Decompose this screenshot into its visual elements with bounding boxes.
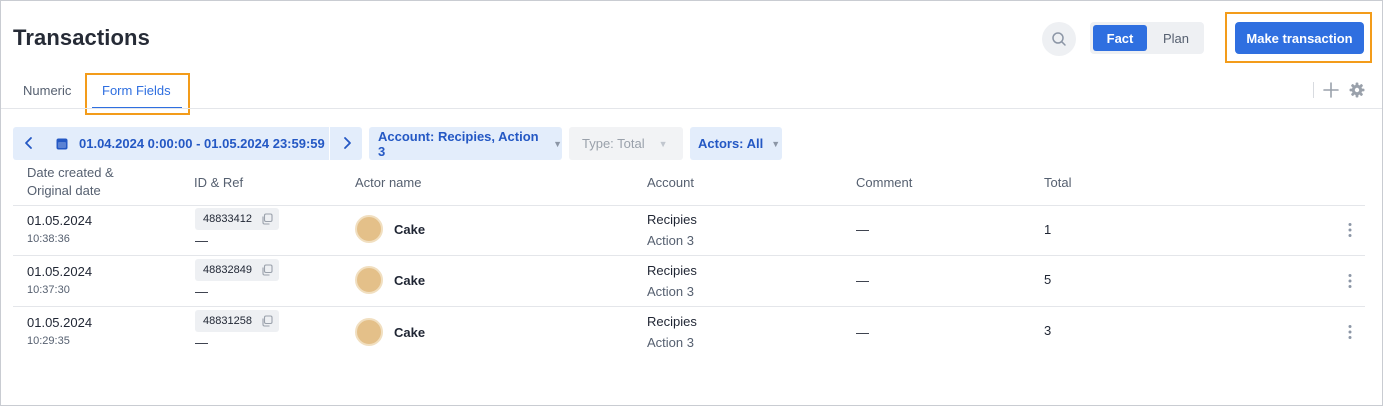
transaction-ref: — <box>195 335 208 350</box>
account-name: Recipies <box>647 314 697 329</box>
transaction-id-chip: 48832849 <box>195 259 279 281</box>
search-icon <box>1052 32 1066 46</box>
search-button[interactable] <box>1042 22 1076 56</box>
account-filter[interactable]: Account: Recipies, Action 3 ▼ <box>369 127 562 160</box>
actor-name[interactable]: Cake <box>394 325 425 340</box>
transaction-id-chip: 48833412 <box>195 208 279 230</box>
chevron-right-icon[interactable] <box>339 135 355 151</box>
tabs-divider <box>1 108 1382 109</box>
transaction-ref: — <box>195 233 208 248</box>
make-transaction-highlight: Make transaction <box>1225 12 1372 63</box>
make-transaction-button[interactable]: Make transaction <box>1235 22 1364 54</box>
header-divider <box>13 205 1365 206</box>
plus-icon[interactable] <box>1322 81 1340 99</box>
transaction-id: 48831258 <box>203 315 252 327</box>
calendar-icon <box>56 138 68 150</box>
fact-plan-toggle: Fact Plan <box>1090 22 1204 54</box>
actor-name[interactable]: Cake <box>394 222 425 237</box>
toolbar-divider <box>1313 82 1314 98</box>
date-range-filter: 01.04.2024 0:00:00 - 01.05.2024 23:59:59 <box>13 127 362 160</box>
transaction-id: 48833412 <box>203 213 252 225</box>
transaction-id: 48832849 <box>203 264 252 276</box>
chevron-left-icon[interactable] <box>21 135 37 151</box>
tab-form-fields[interactable]: Form Fields <box>102 83 171 98</box>
row-time: 10:38:36 <box>27 233 70 245</box>
toggle-plan[interactable]: Plan <box>1150 25 1202 51</box>
account-name: Recipies <box>647 263 697 278</box>
avatar <box>355 215 383 243</box>
toggle-fact[interactable]: Fact <box>1093 25 1147 51</box>
total: 1 <box>1044 222 1052 237</box>
avatar <box>355 266 383 294</box>
actors-filter[interactable]: Actors: All ▼ <box>690 127 782 160</box>
account-name: Recipies <box>647 212 697 227</box>
gear-icon[interactable] <box>1348 81 1366 99</box>
more-vertical-icon[interactable] <box>1347 324 1353 340</box>
date-filter-separator <box>329 127 330 160</box>
avatar <box>355 318 383 346</box>
transaction-id-chip: 48831258 <box>195 310 279 332</box>
column-header-date-line1: Date created & <box>27 165 114 180</box>
caret-down-icon: ▼ <box>553 138 562 149</box>
column-header-date-line2: Original date <box>27 183 101 198</box>
account-action: Action 3 <box>647 284 694 299</box>
row-date: 01.05.2024 <box>27 213 93 228</box>
type-filter-label: Type: Total <box>582 136 645 151</box>
column-header-date: Date created & Original date <box>27 164 114 200</box>
page-title: Transactions <box>13 25 150 50</box>
column-header-actor: Actor name <box>355 175 422 190</box>
total: 5 <box>1044 272 1052 287</box>
transaction-ref: — <box>195 284 208 299</box>
account-action: Action 3 <box>647 233 694 248</box>
account-filter-label: Account: Recipies, Action 3 <box>378 128 539 159</box>
column-header-total: Total <box>1044 175 1072 190</box>
row-divider <box>13 255 1365 256</box>
actor-name[interactable]: Cake <box>394 273 425 288</box>
column-header-id-ref: ID & Ref <box>194 175 244 190</box>
row-date: 01.05.2024 <box>27 315 93 330</box>
total: 3 <box>1044 323 1052 338</box>
comment: — <box>856 222 869 237</box>
actors-filter-label: Actors: All <box>698 136 764 151</box>
comment: — <box>856 325 869 340</box>
row-time: 10:29:35 <box>27 335 70 347</box>
row-divider <box>13 306 1365 307</box>
copy-icon[interactable] <box>261 264 273 276</box>
comment: — <box>856 273 869 288</box>
column-header-comment: Comment <box>856 175 913 190</box>
copy-icon[interactable] <box>261 315 273 327</box>
type-filter[interactable]: Type: Total ▼ <box>569 127 683 160</box>
more-vertical-icon[interactable] <box>1347 273 1353 289</box>
column-header-account: Account <box>647 175 694 190</box>
more-vertical-icon[interactable] <box>1347 222 1353 238</box>
caret-down-icon: ▼ <box>771 138 781 149</box>
row-date: 01.05.2024 <box>27 264 93 279</box>
row-time: 10:37:30 <box>27 284 70 296</box>
caret-down-icon: ▼ <box>658 138 668 149</box>
copy-icon[interactable] <box>261 213 273 225</box>
tab-numeric[interactable]: Numeric <box>23 83 71 98</box>
date-range-label[interactable]: 01.04.2024 0:00:00 - 01.05.2024 23:59:59 <box>79 136 325 151</box>
account-action: Action 3 <box>647 335 694 350</box>
